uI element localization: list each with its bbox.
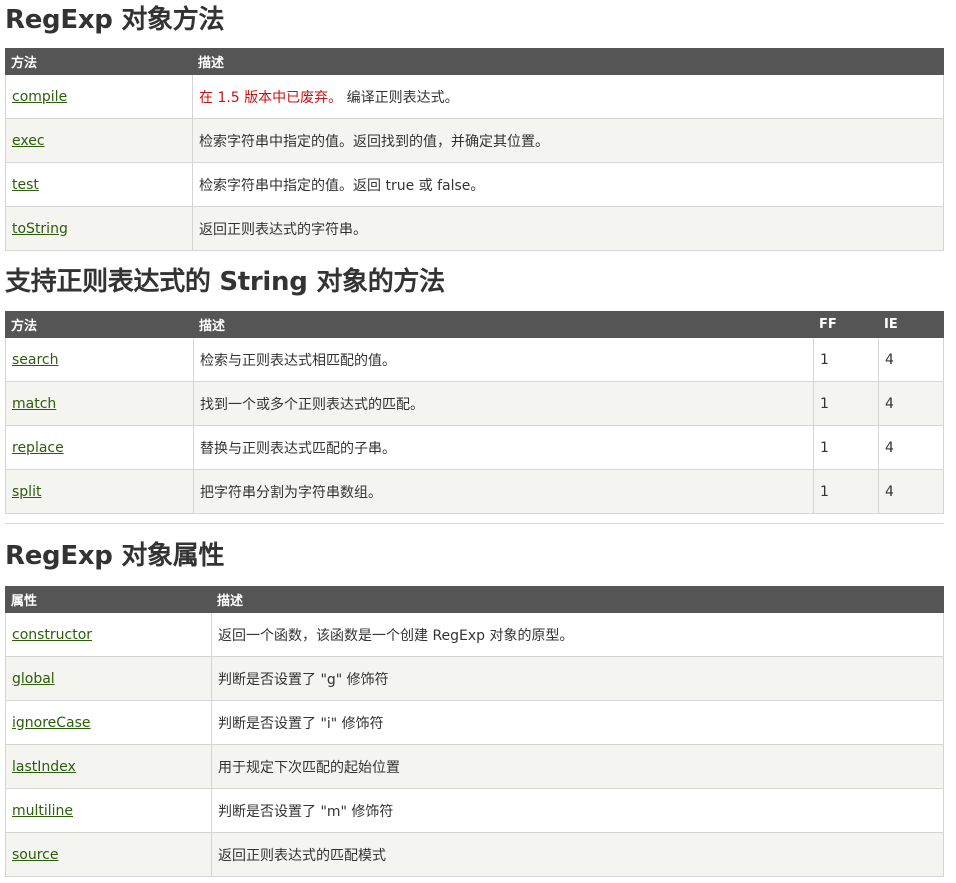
- method-description: 返回正则表达式的字符串。: [192, 206, 944, 251]
- section-title-regexp-methods: RegExp 对象方法: [5, 5, 225, 35]
- property-description: 判断是否设置了 "g" 修饰符: [211, 656, 944, 701]
- column-header-description: 描述: [192, 48, 944, 75]
- method-description: 找到一个或多个正则表达式的匹配。: [193, 381, 814, 426]
- method-link-replace[interactable]: replace: [12, 440, 64, 456]
- ff-version: 1: [813, 337, 879, 382]
- property-link-lastindex[interactable]: lastIndex: [12, 759, 76, 775]
- table-header-row: 属性 描述: [5, 586, 944, 613]
- property-description: 判断是否设置了 "m" 修饰符: [211, 788, 944, 833]
- table-header-row: 方法 描述 FF IE: [5, 311, 944, 338]
- column-header-method: 方法: [5, 311, 194, 338]
- column-header-method: 方法: [5, 48, 193, 75]
- column-header-ff: FF: [813, 311, 879, 338]
- table-row: source 返回正则表达式的匹配模式: [5, 832, 944, 877]
- description-text: 编译正则表达式。: [346, 89, 459, 106]
- ff-version: 1: [813, 425, 879, 470]
- ie-version: 4: [878, 337, 944, 382]
- method-link-exec[interactable]: exec: [12, 133, 45, 149]
- property-description: 返回一个函数，该函数是一个创建 RegExp 对象的原型。: [211, 612, 944, 657]
- property-link-global[interactable]: global: [12, 671, 55, 687]
- method-description: 把字符串分割为字符串数组。: [193, 469, 814, 514]
- string-methods-table: 方法 描述 FF IE search 检索与正则表达式相匹配的值。 1 4 ma…: [5, 311, 944, 514]
- column-header-ie: IE: [878, 311, 944, 338]
- method-link-tostring[interactable]: toString: [12, 221, 68, 237]
- method-description: 在 1.5 版本中已废弃。 编译正则表达式。: [192, 74, 944, 119]
- method-link-compile[interactable]: compile: [12, 89, 67, 105]
- table-row: test 检索字符串中指定的值。返回 true 或 false。: [5, 162, 944, 207]
- table-row: search 检索与正则表达式相匹配的值。 1 4: [5, 337, 944, 382]
- table-row: lastIndex 用于规定下次匹配的起始位置: [5, 744, 944, 789]
- ff-version: 1: [813, 469, 879, 514]
- property-description: 判断是否设置了 "i" 修饰符: [211, 700, 944, 745]
- method-description: 检索字符串中指定的值。返回 true 或 false。: [192, 162, 944, 207]
- method-description: 检索字符串中指定的值。返回找到的值，并确定其位置。: [192, 118, 944, 163]
- method-link-split[interactable]: split: [12, 484, 41, 500]
- table-row: match 找到一个或多个正则表达式的匹配。 1 4: [5, 381, 944, 426]
- property-link-multiline[interactable]: multiline: [12, 803, 73, 819]
- ff-version: 1: [813, 381, 879, 426]
- method-link-match[interactable]: match: [12, 396, 56, 412]
- property-link-ignorecase[interactable]: ignoreCase: [12, 715, 91, 731]
- property-description: 用于规定下次匹配的起始位置: [211, 744, 944, 789]
- table-row: compile 在 1.5 版本中已废弃。 编译正则表达式。: [5, 74, 944, 119]
- method-description: 替换与正则表达式匹配的子串。: [193, 425, 814, 470]
- table-header-row: 方法 描述: [5, 48, 944, 75]
- regexp-methods-table: 方法 描述 compile 在 1.5 版本中已废弃。 编译正则表达式。 exe…: [5, 48, 944, 251]
- table-row: global 判断是否设置了 "g" 修饰符: [5, 656, 944, 701]
- table-row: replace 替换与正则表达式匹配的子串。 1 4: [5, 425, 944, 470]
- table-row: split 把字符串分割为字符串数组。 1 4: [5, 469, 944, 514]
- method-description: 检索与正则表达式相匹配的值。: [193, 337, 814, 382]
- section-title-regexp-properties: RegExp 对象属性: [5, 541, 225, 571]
- table-row: constructor 返回一个函数，该函数是一个创建 RegExp 对象的原型…: [5, 612, 944, 657]
- deprecated-note: 在 1.5 版本中已废弃。: [199, 89, 343, 106]
- method-link-search[interactable]: search: [12, 352, 59, 368]
- ie-version: 4: [878, 425, 944, 470]
- ie-version: 4: [878, 381, 944, 426]
- regexp-properties-table: 属性 描述 constructor 返回一个函数，该函数是一个创建 RegExp…: [5, 586, 944, 877]
- ie-version: 4: [878, 469, 944, 514]
- property-description: 返回正则表达式的匹配模式: [211, 832, 944, 877]
- column-header-description: 描述: [211, 586, 944, 613]
- page-content: RegExp 对象方法 方法 描述 compile 在 1.5 版本中已废弃。 …: [0, 0, 944, 877]
- property-link-constructor[interactable]: constructor: [12, 627, 92, 643]
- property-link-source[interactable]: source: [12, 847, 59, 863]
- table-row: toString 返回正则表达式的字符串。: [5, 206, 944, 251]
- column-header-property: 属性: [5, 586, 212, 613]
- method-link-test[interactable]: test: [12, 177, 39, 193]
- column-header-description: 描述: [193, 311, 814, 338]
- table-row: ignoreCase 判断是否设置了 "i" 修饰符: [5, 700, 944, 745]
- table-row: exec 检索字符串中指定的值。返回找到的值，并确定其位置。: [5, 118, 944, 163]
- table-row: multiline 判断是否设置了 "m" 修饰符: [5, 788, 944, 833]
- section-title-string-methods: 支持正则表达式的 String 对象的方法: [5, 267, 445, 297]
